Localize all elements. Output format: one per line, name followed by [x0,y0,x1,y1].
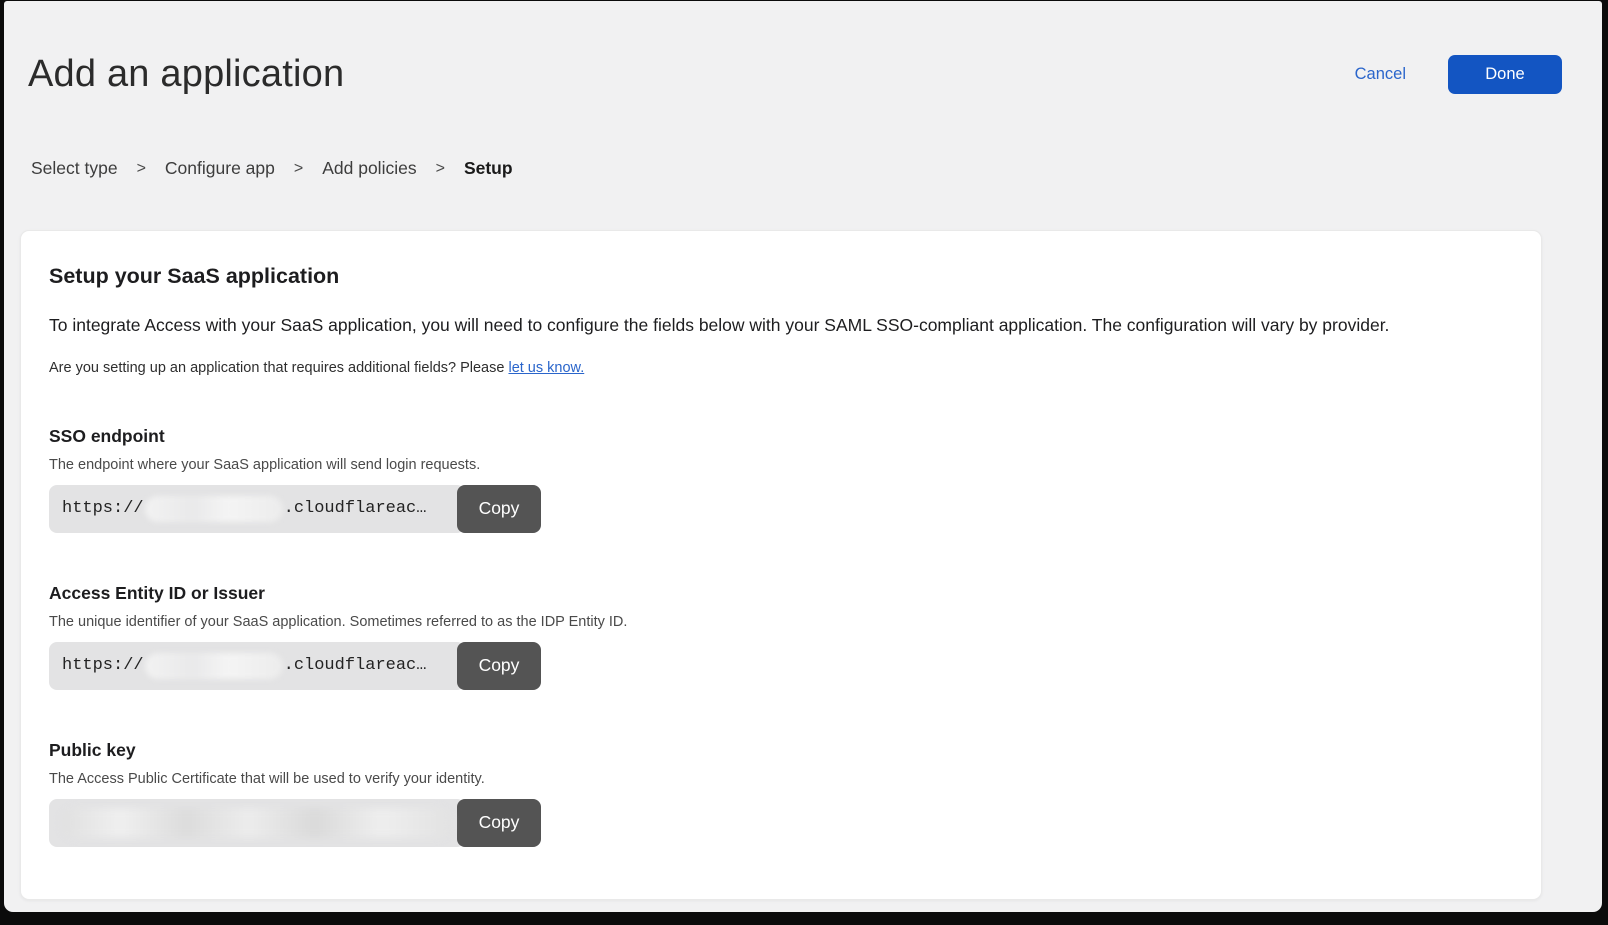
card-note-text: Are you setting up an application that r… [49,360,504,376]
breadcrumb: Select type > Configure app > Add polici… [4,96,1602,179]
breadcrumb-separator-icon: > [436,160,445,178]
breadcrumb-separator-icon: > [294,160,303,178]
done-button[interactable]: Done [1448,55,1562,94]
field-value-row: https:// .cloudflareac… Copy [49,642,541,690]
let-us-know-link[interactable]: let us know. [508,360,584,376]
access-entity-id-value: https:// .cloudflareac… [49,642,465,690]
value-suffix: .cloudflareac… [284,499,427,518]
breadcrumb-step-select-type[interactable]: Select type [31,158,118,179]
page-title: Add an application [28,53,344,96]
copy-sso-endpoint-button[interactable]: Copy [457,485,541,533]
copy-public-key-button[interactable]: Copy [457,799,541,847]
redacted-value [62,808,451,838]
value-prefix: https:// [62,656,144,675]
field-description: The Access Public Certificate that will … [49,771,1511,787]
field-description: The unique identifier of your SaaS appli… [49,614,1511,630]
value-prefix: https:// [62,499,144,518]
field-label: SSO endpoint [49,426,1511,447]
value-suffix: .cloudflareac… [284,656,427,675]
card-intro-text: To integrate Access with your SaaS appli… [49,314,1511,338]
field-description: The endpoint where your SaaS application… [49,457,1511,473]
setup-card: Setup your SaaS application To integrate… [20,230,1542,900]
field-value-row: Copy [49,799,541,847]
field-sso-endpoint: SSO endpoint The endpoint where your Saa… [49,426,1511,533]
redacted-value [145,653,283,679]
breadcrumb-step-setup: Setup [464,158,513,179]
field-public-key: Public key The Access Public Certificate… [49,740,1511,847]
field-label: Access Entity ID or Issuer [49,583,1511,604]
sso-endpoint-value: https:// .cloudflareac… [49,485,465,533]
card-heading: Setup your SaaS application [49,264,1511,289]
page-header: Add an application Cancel Done [4,1,1602,96]
copy-access-entity-id-button[interactable]: Copy [457,642,541,690]
add-application-page: Add an application Cancel Done Select ty… [4,1,1602,912]
breadcrumb-separator-icon: > [137,160,146,178]
cancel-button[interactable]: Cancel [1355,65,1406,84]
redacted-value [145,496,283,522]
header-actions: Cancel Done [1355,55,1562,94]
public-key-value [49,799,465,847]
breadcrumb-step-add-policies[interactable]: Add policies [322,158,416,179]
field-value-row: https:// .cloudflareac… Copy [49,485,541,533]
field-access-entity-id: Access Entity ID or Issuer The unique id… [49,583,1511,690]
card-note: Are you setting up an application that r… [49,360,1511,376]
breadcrumb-step-configure-app[interactable]: Configure app [165,158,275,179]
field-label: Public key [49,740,1511,761]
